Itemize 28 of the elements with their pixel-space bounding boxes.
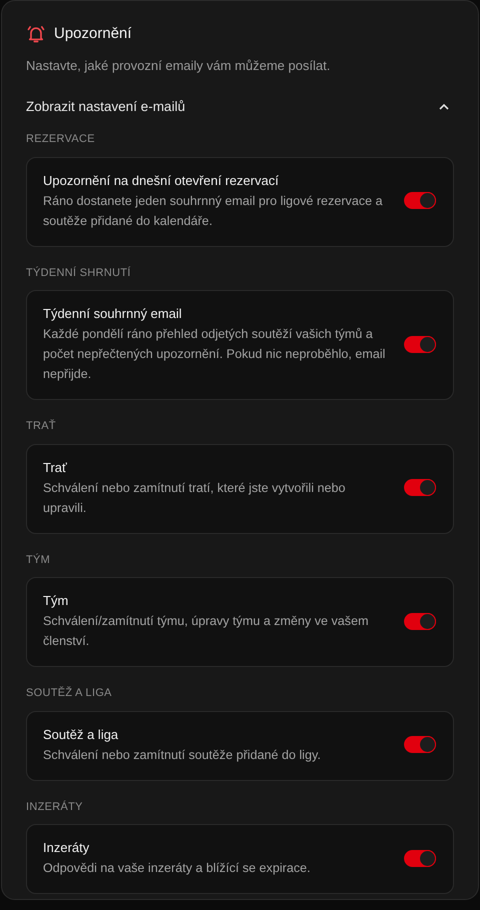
setting-title: Upozornění na dnešní otevření rezervací bbox=[43, 172, 280, 190]
toggle-switch[interactable] bbox=[404, 736, 436, 754]
section-label: REZERVACE bbox=[26, 132, 96, 148]
toggle-switch[interactable] bbox=[404, 612, 436, 630]
section-label: TÝDENNÍ SHRNUTÍ bbox=[26, 266, 132, 281]
section-label: TÝM bbox=[26, 552, 52, 568]
setting-description: Schválení/zamítnutí týmu, úpravy týmu a změny ve vašem členství. bbox=[43, 613, 370, 650]
setting-description: Každé pondělí ráno přehled odjetých soutěží vašich týmů a počet nepřečtených upozornění. Pokud nic neproběhlo, email nepřijde. bbox=[43, 326, 386, 384]
section-label: TRAŤ bbox=[26, 418, 57, 434]
bell-icon bbox=[26, 24, 46, 44]
setting-title: Soutěž a liga bbox=[43, 726, 120, 744]
section-label: SOUTĚŽ A LIGA bbox=[26, 685, 113, 702]
setting-title: Týdenní souhrnný email bbox=[43, 305, 183, 324]
toggle-switch[interactable] bbox=[404, 192, 436, 210]
section-label: INZERÁTY bbox=[26, 800, 84, 815]
section-title: Upozornění bbox=[54, 24, 132, 44]
toggle-switch[interactable] bbox=[404, 336, 436, 353]
setting-description: Odpovědi na vaše inzeráty a blížící se expirace. bbox=[43, 860, 312, 878]
toggle-switch[interactable] bbox=[404, 850, 436, 867]
setting-description: Schválení nebo zamítnutí tratí, které jste vytvořili nebo upravili. bbox=[43, 480, 346, 517]
setting-title: Tým bbox=[43, 592, 70, 610]
settings-expander[interactable]: Zobrazit nastavení e-mailů bbox=[26, 97, 454, 118]
toggle-switch[interactable] bbox=[404, 479, 436, 496]
section-description: Nastavte, jaké provozní emaily vám můžeme posílat. bbox=[26, 56, 332, 75]
setting-description: Ráno dostanete jeden souhrnný email pro ligové rezervace a soutěže přidané do kalendáře. bbox=[43, 192, 384, 230]
setting-title: Inzeráty bbox=[43, 839, 90, 858]
setting-description: Schválení nebo zamítnutí soutěže přidané do ligy. bbox=[43, 746, 322, 764]
setting-title: Trať bbox=[43, 458, 68, 477]
